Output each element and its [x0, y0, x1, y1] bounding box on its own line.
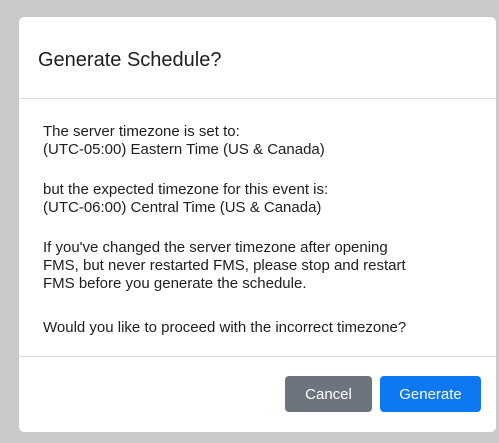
server-timezone-label: The server timezone is set to:	[43, 123, 240, 140]
server-timezone-value: (UTC-05:00) Eastern Time (US & Canada)	[43, 141, 325, 158]
expected-timezone-label: but the expected timezone for this event…	[43, 181, 329, 198]
expected-timezone-value: (UTC-06:00) Central Time (US & Canada)	[43, 199, 322, 216]
restart-warning-line-2: FMS, but never restarted FMS, please sto…	[43, 257, 406, 274]
dialog-body: The server timezone is set to: (UTC-05:0…	[19, 99, 496, 357]
cancel-button[interactable]: Cancel	[285, 376, 372, 412]
restart-warning-line-1: If you've changed the server timezone af…	[43, 239, 388, 256]
generate-schedule-dialog: Generate Schedule? The server timezone i…	[19, 17, 496, 432]
generate-button[interactable]: Generate	[380, 376, 481, 412]
restart-warning-line-3: FMS before you generate the schedule.	[43, 275, 307, 292]
dialog-footer: Cancel Generate	[19, 357, 496, 432]
dialog-header: Generate Schedule?	[19, 17, 496, 99]
dialog-title: Generate Schedule?	[38, 49, 222, 71]
proceed-question: Would you like to proceed with the incor…	[43, 319, 407, 336]
